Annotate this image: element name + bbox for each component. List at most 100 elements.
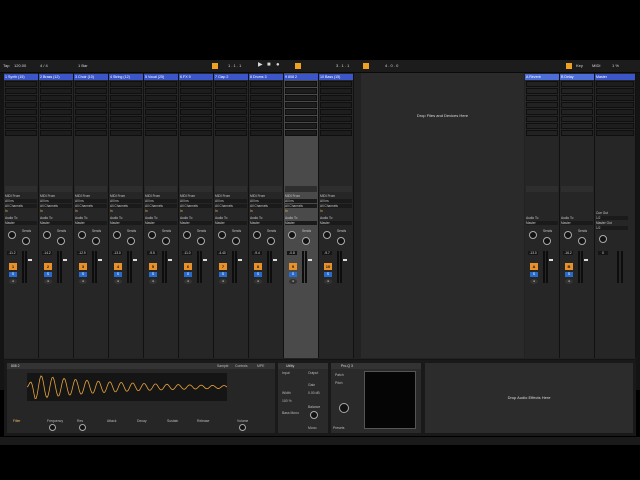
track-header[interactable]: B Delay [560,74,594,80]
clip-slot[interactable] [320,116,352,122]
clip-stop-button[interactable] [561,186,593,192]
send-b-knob[interactable] [302,237,310,245]
output-select[interactable]: Master [526,221,558,225]
volume-value[interactable]: -13.0 [528,251,538,255]
volume-fader[interactable] [133,259,137,261]
scene-slot[interactable] [561,102,593,108]
scene-slot[interactable] [526,95,558,101]
clip-slot[interactable] [40,116,72,122]
scene-launch-button[interactable] [596,109,634,115]
track-activator[interactable]: 3 [79,263,87,270]
clip-slot[interactable] [110,116,142,122]
clip-slot[interactable] [250,116,282,122]
send-b-knob[interactable] [578,237,586,245]
track-column[interactable]: 10 Bass (15) MIDI From All Ins All Channels… [319,73,354,358]
send-a-knob[interactable] [43,231,51,239]
arm-button[interactable]: ● [9,279,17,284]
send-b-knob[interactable] [57,237,65,245]
clip-slot[interactable] [5,130,37,136]
clip-slot[interactable] [285,130,317,136]
clip-slot[interactable] [110,102,142,108]
master-volume[interactable]: 0 [598,251,608,255]
clip-slot[interactable] [75,88,107,94]
scene-slot[interactable] [526,102,558,108]
scene-slot[interactable] [526,130,558,136]
clip-slot[interactable] [110,88,142,94]
cue-out-select[interactable]: 1/2 [596,216,628,220]
track-column[interactable]: 2 Brass (12) MIDI From All Ins All Channels… [39,73,74,358]
mpe-tab[interactable]: MPE [257,364,264,368]
record-button[interactable]: ● [276,62,280,68]
track-header[interactable]: 6 FX 9 [179,74,213,80]
follow-toggle[interactable] [212,63,218,69]
res-knob[interactable] [79,424,86,431]
key-map-button[interactable]: Key [576,63,583,69]
volume-fader[interactable] [63,259,67,261]
master-track[interactable]: Master Cue Out 1/2 Master Out 1/2 0 [595,73,636,358]
send-a-knob[interactable] [218,231,226,239]
send-b-knob[interactable] [92,237,100,245]
clip-slot[interactable] [250,109,282,115]
clip-slot[interactable] [145,102,177,108]
solo-button[interactable]: S [324,272,332,277]
send-b-knob[interactable] [127,237,135,245]
clip-stop-button[interactable] [285,186,317,192]
clip-slot[interactable] [40,102,72,108]
clip-slot[interactable] [250,130,282,136]
output-select[interactable]: Master [250,221,282,225]
output-select[interactable]: Master [5,221,37,225]
clip-stop-button[interactable] [5,186,37,192]
track-column[interactable]: 7 Clap 2 MIDI From All Ins All Channels In Au… [214,73,249,358]
volume-fader[interactable] [549,259,553,261]
midi-map-button[interactable]: MIDI [592,63,600,69]
clip-slot[interactable] [215,109,247,115]
send-a-knob[interactable] [8,231,16,239]
send-b-knob[interactable] [337,237,345,245]
clip-slot[interactable] [180,116,212,122]
arm-button[interactable]: ● [44,279,52,284]
quantization-select[interactable]: 1 Bar [78,63,88,69]
track-activator[interactable]: B [565,263,573,270]
volume-fader[interactable] [343,259,347,261]
sample-tab[interactable]: Sample [217,364,229,368]
send-a-knob[interactable] [529,231,537,239]
return-track[interactable]: A Reverb Audio To Master Sends -13.0 A S ● [525,73,560,358]
clip-slot[interactable] [320,102,352,108]
clip-slot[interactable] [180,81,212,87]
output-select[interactable]: Master [320,221,352,225]
track-column[interactable]: 9 808 2 MIDI From All Ins All Channels In Aud… [284,73,319,358]
solo-button[interactable]: S [254,272,262,277]
clip-slot[interactable] [75,123,107,129]
clip-slot[interactable] [40,88,72,94]
clip-slot[interactable] [320,109,352,115]
width-value[interactable]: 100 % [282,399,292,403]
gain-value[interactable]: 0.00 dB [308,391,320,395]
clip-slot[interactable] [250,88,282,94]
clip-slot[interactable] [40,109,72,115]
monitor-in-toggle[interactable]: In [40,209,72,213]
clip-slot[interactable] [215,123,247,129]
volume-value[interactable]: -12.9 [77,251,87,255]
cue-volume-knob[interactable] [599,235,607,243]
clip-slot[interactable] [285,95,317,101]
output-select[interactable]: Master [110,221,142,225]
scene-slot[interactable] [526,123,558,129]
clip-slot[interactable] [40,81,72,87]
scene-slot[interactable] [561,116,593,122]
eq-device[interactable]: Pro-Q 3 Patch Pitch Presets [331,363,421,433]
volume-value[interactable]: -9.4 [252,251,262,255]
scene-launch-button[interactable] [596,123,634,129]
volume-fader[interactable] [28,259,32,261]
volume-fader[interactable] [168,259,172,261]
scene-launch-button[interactable] [596,116,634,122]
input-channel-select[interactable]: All Channels [5,204,37,208]
scene-launch-button[interactable] [596,88,634,94]
song-position[interactable]: 1 . 1 . 1 [228,63,241,69]
clip-slot[interactable] [5,88,37,94]
clip-slot[interactable] [75,130,107,136]
clip-slot[interactable] [5,116,37,122]
track-header[interactable]: 10 Bass (15) [319,74,353,80]
monitor-in-toggle[interactable]: In [285,209,317,213]
clip-slot[interactable] [320,123,352,129]
volume-fader[interactable] [273,259,277,261]
